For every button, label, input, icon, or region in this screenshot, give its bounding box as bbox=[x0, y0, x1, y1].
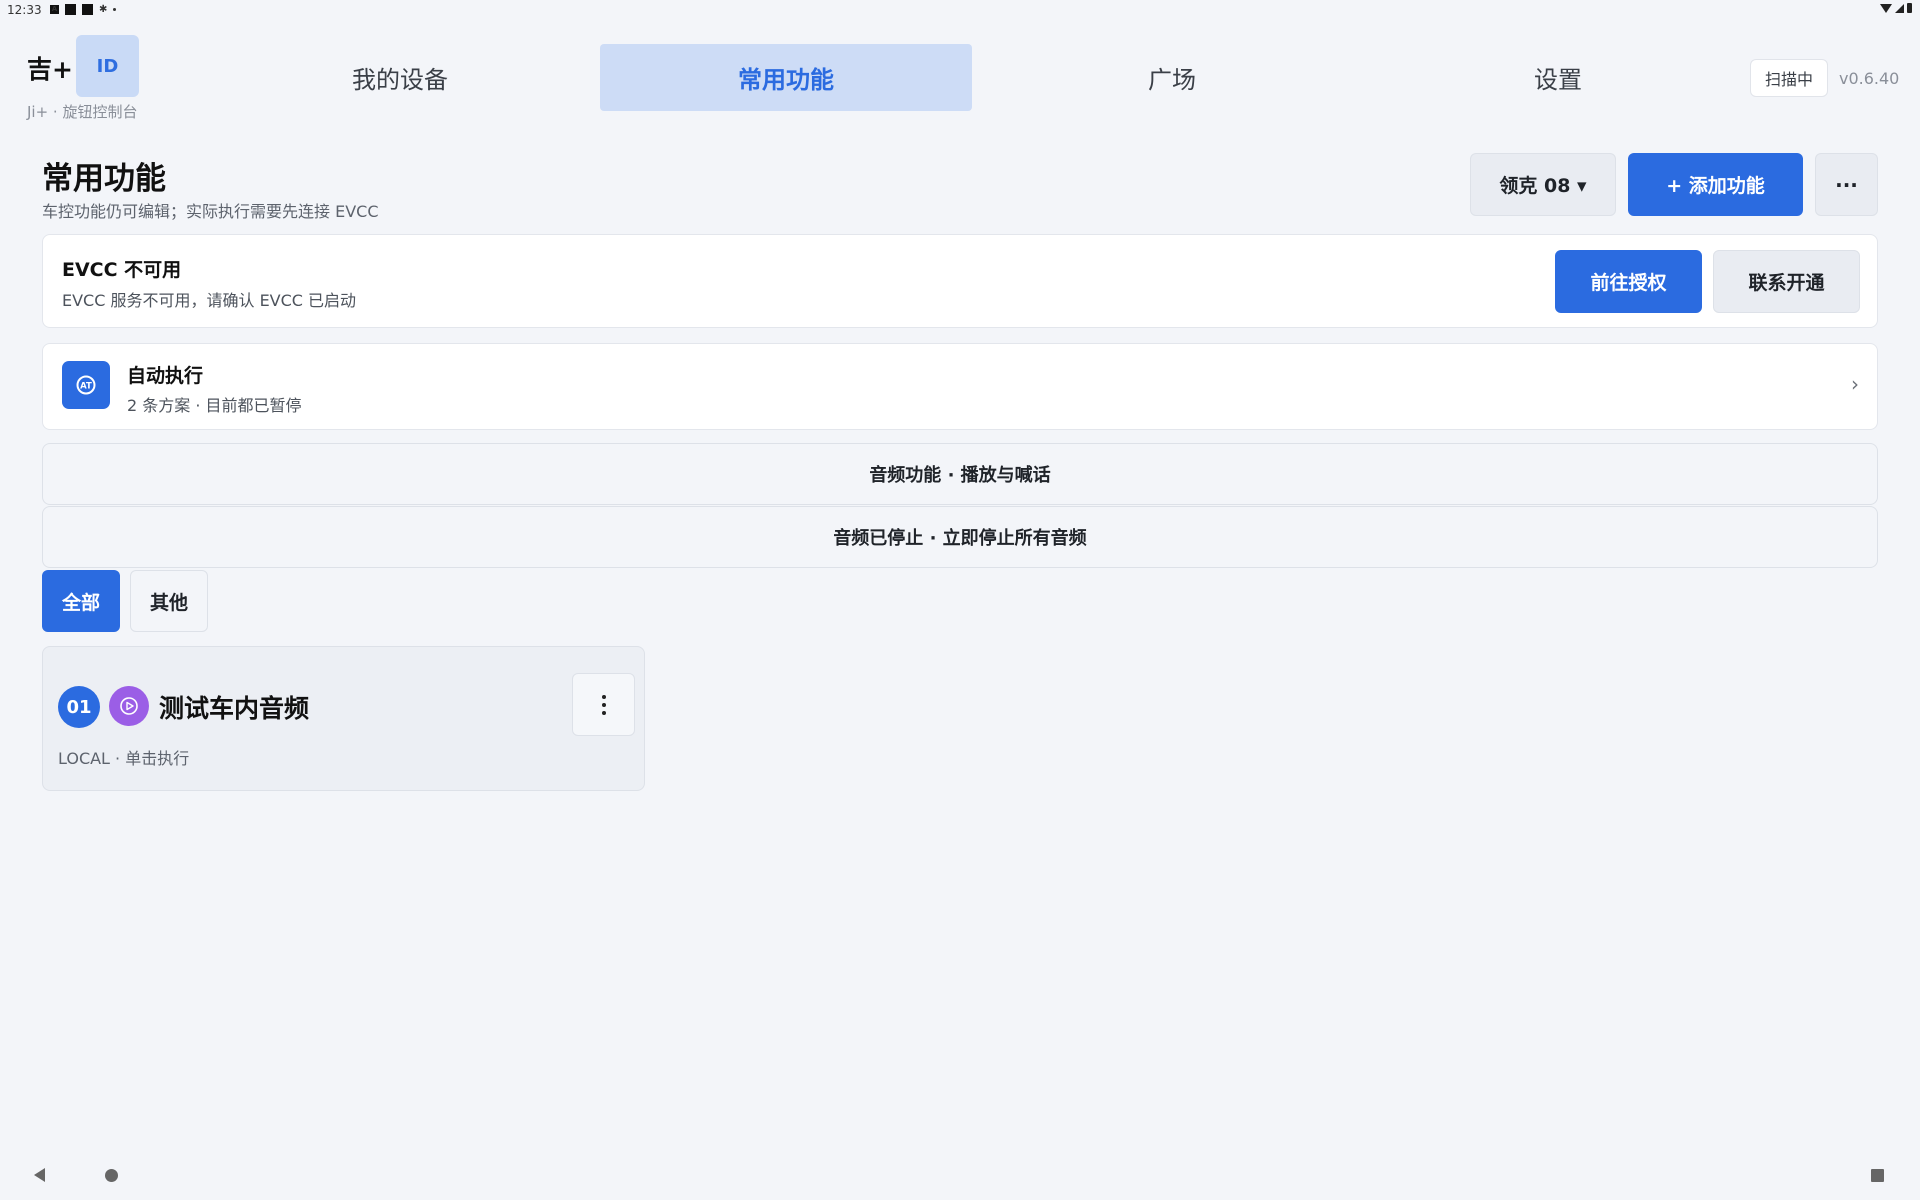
kebab-dot-icon bbox=[601, 710, 606, 715]
brand-subtitle: Ji+ · 旋钮控制台 bbox=[27, 103, 138, 121]
function-meta: LOCAL · 单击执行 bbox=[58, 749, 190, 768]
kebab-dot-icon bbox=[601, 694, 606, 699]
evcc-status-card: EVCC 不可用 EVCC 服务不可用，请确认 EVCC 已启动 前往授权 联系… bbox=[42, 234, 1878, 328]
evcc-title: EVCC 不可用 bbox=[62, 259, 182, 281]
bluetooth-icon: ✱ bbox=[99, 4, 108, 15]
auto-execute-subtitle: 2 条方案 · 目前都已暂停 bbox=[127, 396, 302, 415]
tab-my-devices[interactable]: 我的设备 bbox=[214, 44, 586, 111]
vehicle-selector[interactable]: 领克 08 ▾ bbox=[1470, 153, 1616, 216]
scan-status-button[interactable]: 扫描中 bbox=[1750, 59, 1828, 97]
svg-text:AT: AT bbox=[80, 382, 92, 392]
kebab-dot-icon bbox=[601, 702, 606, 707]
cell-signal-icon bbox=[1895, 3, 1904, 13]
filter-other[interactable]: 其他 bbox=[130, 570, 208, 632]
play-icon bbox=[109, 686, 149, 726]
version-label: v0.6.40 bbox=[1839, 69, 1900, 88]
tab-common-functions[interactable]: 常用功能 bbox=[600, 44, 972, 111]
contact-activation-button[interactable]: 联系开通 bbox=[1713, 250, 1860, 313]
status-system-icons bbox=[1880, 3, 1912, 13]
id-badge[interactable]: ID bbox=[76, 35, 139, 97]
tab-settings[interactable]: 设置 bbox=[1372, 44, 1744, 111]
auto-execute-card[interactable]: AT 自动执行 2 条方案 · 目前都已暂停 › bbox=[42, 343, 1878, 430]
page-title: 常用功能 bbox=[42, 161, 166, 197]
more-options-button[interactable]: ··· bbox=[1815, 153, 1878, 216]
chevron-right-icon: › bbox=[1851, 372, 1859, 396]
notification-square-icon bbox=[82, 4, 93, 15]
wifi-icon bbox=[1880, 3, 1892, 13]
audio-functions-bar[interactable]: 音频功能 · 播放与喊话 bbox=[42, 443, 1878, 505]
home-nav-icon[interactable] bbox=[105, 1169, 118, 1182]
page-subtitle: 车控功能仍可编辑；实际执行需要先连接 EVCC bbox=[42, 202, 379, 221]
auto-execute-title: 自动执行 bbox=[127, 365, 204, 387]
app-logo: 吉+ bbox=[27, 55, 73, 84]
automation-icon: AT bbox=[62, 361, 110, 409]
back-nav-icon[interactable] bbox=[34, 1168, 45, 1182]
filter-all[interactable]: 全部 bbox=[42, 570, 120, 632]
evcc-subtitle: EVCC 服务不可用，请确认 EVCC 已启动 bbox=[62, 291, 357, 310]
stop-all-audio-bar[interactable]: 音频已停止 · 立即停止所有音频 bbox=[42, 506, 1878, 568]
function-card[interactable]: 01 测试车内音频 LOCAL · 单击执行 bbox=[42, 646, 645, 791]
more-notifications-dot-icon bbox=[113, 8, 117, 11]
tab-plaza[interactable]: 广场 bbox=[986, 44, 1358, 111]
status-time: 12:33 bbox=[7, 3, 42, 17]
battery-icon bbox=[1907, 3, 1912, 13]
function-name: 测试车内音频 bbox=[159, 694, 310, 723]
authorize-button[interactable]: 前往授权 bbox=[1555, 250, 1702, 313]
function-menu-button[interactable] bbox=[572, 673, 635, 736]
notification-square-icon bbox=[65, 4, 76, 15]
status-notification-icons: A ✱ bbox=[50, 4, 117, 15]
add-function-button[interactable]: + 添加功能 bbox=[1628, 153, 1803, 216]
app-notification-icon: A bbox=[50, 5, 59, 14]
recents-nav-icon[interactable] bbox=[1871, 1169, 1884, 1182]
function-index-badge: 01 bbox=[58, 686, 100, 728]
status-bar: 12:33 A ✱ bbox=[0, 0, 1920, 22]
